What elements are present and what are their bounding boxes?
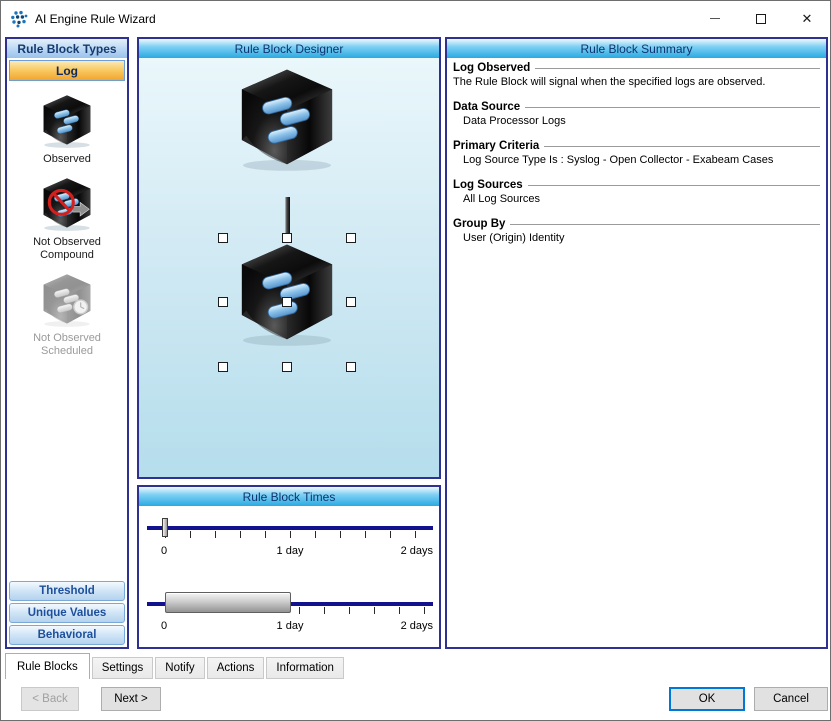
rule-block-times-panel: Rule Block Times 0 1 day 2 days 0 1 day …: [137, 485, 441, 649]
rule-block-summary-panel: Rule Block Summary Log Observed The Rule…: [445, 37, 828, 649]
source-rule-block-cube[interactable]: [227, 63, 347, 173]
rule-type-not-observed-scheduled: Not Observed Scheduled: [7, 271, 127, 358]
logrhythm-logo-icon: [11, 10, 28, 27]
rule-block-summary-header: Rule Block Summary: [447, 39, 826, 58]
range-slider-labels: 0 1 day 2 days: [147, 620, 433, 633]
rule-block-designer-panel: Rule Block Designer: [137, 37, 441, 479]
time-slider-track[interactable]: [147, 526, 433, 530]
maximize-button[interactable]: [738, 1, 784, 36]
range-slider-ticks: [299, 607, 437, 614]
cancel-button[interactable]: Cancel: [754, 687, 828, 711]
ok-button[interactable]: OK: [669, 687, 745, 711]
tab-rule-blocks[interactable]: Rule Blocks: [5, 653, 90, 679]
summary-section: Primary Criteria Log Source Type Is : Sy…: [453, 140, 820, 166]
maximize-icon: [756, 13, 766, 24]
summary-section-title: Log Sources: [453, 179, 820, 191]
not-observed-compound-icon: [36, 175, 98, 232]
tab-information[interactable]: Information: [266, 657, 344, 679]
ai-engine-rule-wizard-window: AI Engine Rule Wizard ✕ Rule Block Types…: [0, 0, 831, 721]
titlebar: AI Engine Rule Wizard ✕: [1, 1, 830, 36]
time-slider-ticks: [165, 531, 431, 538]
time-slider-labels: 0 1 day 2 days: [147, 545, 433, 558]
unique-values-category-button[interactable]: Unique Values: [9, 603, 125, 623]
minimize-button[interactable]: [692, 1, 738, 36]
times-body: 0 1 day 2 days 0 1 day 2 days: [139, 506, 439, 647]
tab-notify[interactable]: Notify: [155, 657, 205, 679]
log-category-button[interactable]: Log: [9, 60, 125, 81]
selection-handle-mid-center[interactable]: [282, 297, 292, 307]
threshold-category-button[interactable]: Threshold: [9, 581, 125, 601]
tick-label: 2 days: [400, 620, 433, 632]
summary-section: Group By User (Origin) Identity: [453, 218, 820, 244]
behavioral-category-button[interactable]: Behavioral: [9, 625, 125, 645]
tick-label: 0: [161, 545, 168, 557]
rule-block-times-header: Rule Block Times: [139, 487, 439, 506]
rule-type-not-observed-compound-label: Not Observed Compound: [33, 236, 101, 261]
summary-section-text: Data Processor Logs: [463, 115, 566, 127]
summary-section: Log Sources All Log Sources: [453, 179, 820, 205]
tick-label: 2 days: [400, 545, 433, 557]
selection-handle-top-left[interactable]: [218, 233, 228, 243]
window-title: AI Engine Rule Wizard: [35, 11, 156, 26]
summary-section-title: Group By: [453, 218, 820, 230]
tick-label: 1 day: [276, 545, 304, 557]
selection-handle-bottom-right[interactable]: [346, 362, 356, 372]
rule-type-observed-label: Observed: [43, 153, 91, 165]
tick-label: 1 day: [276, 620, 304, 632]
range-slider-bar[interactable]: [165, 592, 291, 613]
selection-handle-mid-right[interactable]: [346, 297, 356, 307]
selection-handle-top-right[interactable]: [346, 233, 356, 243]
wizard-tabbar: Rule Blocks Settings Notify Actions Info…: [5, 653, 826, 679]
rule-type-not-observed-compound[interactable]: Not Observed Compound: [7, 175, 127, 262]
summary-section: Data Source Data Processor Logs: [453, 101, 820, 127]
rule-type-observed[interactable]: Observed: [7, 92, 127, 166]
selection-handle-bottom-left[interactable]: [218, 362, 228, 372]
summary-section-title: Log Observed: [453, 62, 820, 74]
summary-section-text: All Log Sources: [463, 193, 541, 205]
next-button[interactable]: Next >: [101, 687, 161, 711]
rule-type-not-observed-scheduled-label: Not Observed Scheduled: [33, 332, 101, 357]
summary-section-text: User (Origin) Identity: [463, 232, 565, 244]
summary-section-title: Data Source: [453, 101, 820, 113]
close-icon: ✕: [801, 10, 813, 26]
observed-cube-icon: [36, 92, 98, 149]
rule-block-types-panel: Rule Block Types Log Observed Not Observ…: [5, 37, 129, 649]
summary-section-title: Primary Criteria: [453, 140, 820, 152]
back-button: < Back: [21, 687, 79, 711]
minimize-icon: [710, 18, 720, 19]
time-slider-thumb[interactable]: [162, 518, 168, 537]
selection-handle-top-center[interactable]: [282, 233, 292, 243]
tick-label: 0: [161, 620, 168, 632]
summary-body: Log Observed The Rule Block will signal …: [447, 58, 826, 647]
tab-settings[interactable]: Settings: [91, 657, 154, 679]
selection-handle-mid-left[interactable]: [218, 297, 228, 307]
rule-block-types-header: Rule Block Types: [7, 39, 127, 58]
selection-handle-bottom-center[interactable]: [282, 362, 292, 372]
close-button[interactable]: ✕: [784, 1, 830, 36]
rule-block-designer-header: Rule Block Designer: [139, 39, 439, 58]
footer: < Back Next > OK Cancel: [1, 685, 830, 717]
summary-section-text: The Rule Block will signal when the spec…: [453, 76, 766, 88]
selected-rule-block-cube[interactable]: [227, 238, 347, 348]
designer-canvas[interactable]: [139, 58, 439, 477]
summary-section-text: Log Source Type Is : Syslog - Open Colle…: [463, 154, 774, 166]
summary-section: Log Observed The Rule Block will signal …: [453, 62, 820, 88]
not-observed-scheduled-icon: [36, 271, 98, 328]
tab-actions[interactable]: Actions: [206, 657, 265, 679]
